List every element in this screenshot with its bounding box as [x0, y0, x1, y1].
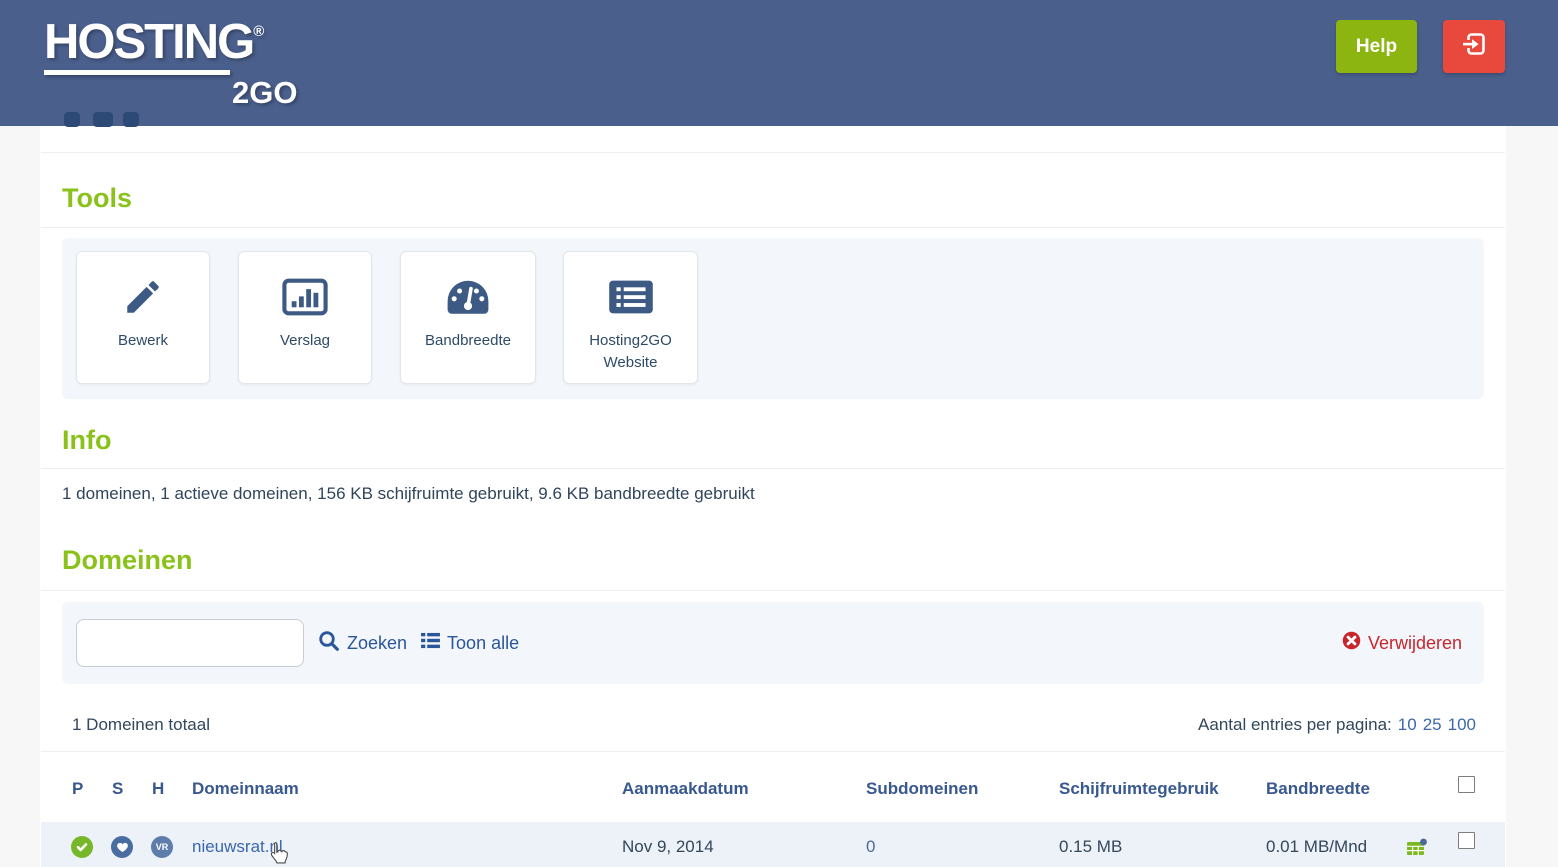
- pencil-icon: [122, 273, 164, 321]
- logo-text-secondary: 2GO: [232, 75, 298, 110]
- cell-disk-usage: 0.15 MB: [1059, 837, 1123, 856]
- domains-toolbar: Zoeken Toon alle Verwijderen: [62, 602, 1484, 684]
- status-heart-icon[interactable]: [111, 836, 133, 858]
- per-page-option-25[interactable]: 25: [1423, 715, 1442, 735]
- hosting2go-domains-page: HOSTING® 2GO Help Tools Bewerk Verslag B…: [0, 0, 1558, 867]
- top-navbar: HOSTING® 2GO Help: [0, 0, 1558, 127]
- tool-card-label: Bandbreedte: [425, 332, 511, 349]
- cell-created: Nov 9, 2014: [622, 837, 714, 856]
- tool-card-bandbreedte[interactable]: Bandbreedte: [400, 251, 536, 384]
- column-header-subdomeinen[interactable]: Subdomeinen: [866, 779, 978, 799]
- divider: [41, 227, 1505, 228]
- stats-table-icon[interactable]: [1406, 838, 1428, 861]
- row-select-checkbox[interactable]: [1458, 832, 1475, 849]
- domain-search-input[interactable]: [76, 619, 304, 667]
- logout-button[interactable]: [1443, 20, 1505, 73]
- bar-chart-icon: [282, 273, 328, 321]
- show-all-button-label: Toon alle: [447, 632, 520, 653]
- search-icon: [318, 630, 340, 657]
- column-header-domeinnaam[interactable]: Domeinnaam: [192, 779, 299, 799]
- domains-total-label: 1 Domeinen totaal: [72, 715, 210, 734]
- per-page-option-100[interactable]: 100: [1448, 715, 1476, 735]
- logout-icon: [1460, 30, 1488, 64]
- divider: [41, 751, 1505, 752]
- column-header-schijfruimtegebruik[interactable]: Schijfruimtegebruik: [1059, 779, 1219, 799]
- column-header-p[interactable]: P: [72, 779, 83, 799]
- tool-card-bewerk[interactable]: Bewerk: [76, 251, 210, 384]
- info-summary-text: 1 domeinen, 1 actieve domeinen, 156 KB s…: [62, 484, 755, 503]
- clipped-header-icon: [64, 112, 80, 127]
- registered-trademark-icon: ®: [253, 23, 265, 40]
- divider: [41, 468, 1505, 469]
- tool-card-label: Bewerk: [117, 332, 169, 349]
- clipped-header-icon: [93, 112, 113, 127]
- tool-card-label: Hosting2GO Website: [589, 332, 672, 371]
- domains-section-title: Domeinen: [62, 545, 193, 575]
- entries-per-page-label: Aantal entries per pagina:: [1198, 715, 1392, 734]
- search-button[interactable]: Zoeken: [318, 630, 407, 657]
- hosting2go-logo[interactable]: HOSTING® 2GO: [44, 15, 297, 110]
- active-check-icon[interactable]: [71, 836, 93, 858]
- circle-x-icon: [1342, 631, 1361, 655]
- select-all-checkbox[interactable]: [1458, 776, 1475, 793]
- entries-per-page: Aantal entries per pagina: 10 25 100: [1198, 715, 1476, 735]
- column-header-s[interactable]: S: [112, 779, 123, 799]
- mouse-cursor-icon: [267, 841, 289, 867]
- logo-underline: [44, 70, 230, 75]
- tool-card-label: Verslag: [279, 332, 331, 349]
- tool-card-website[interactable]: Hosting2GO Website: [563, 251, 698, 384]
- column-header-bandbreedte[interactable]: Bandbreedte: [1266, 779, 1370, 799]
- tool-card-verslag[interactable]: Verslag: [238, 251, 372, 384]
- delete-button-label: Verwijderen: [1367, 632, 1462, 653]
- cell-bandwidth: 0.01 MB/Mnd: [1266, 837, 1368, 856]
- per-page-option-10[interactable]: 10: [1398, 715, 1417, 735]
- divider: [41, 152, 1505, 153]
- column-header-aanmaakdatum[interactable]: Aanmaakdatum: [622, 779, 749, 799]
- show-all-button[interactable]: Toon alle: [421, 632, 519, 654]
- divider: [41, 590, 1505, 591]
- delete-button[interactable]: Verwijderen: [1342, 631, 1462, 655]
- info-section-title: Info: [62, 425, 112, 455]
- gauge-icon: [444, 273, 492, 321]
- help-button[interactable]: Help: [1336, 20, 1417, 73]
- list-icon: [421, 632, 440, 654]
- cell-subdomains[interactable]: 0: [866, 837, 875, 857]
- browser-list-icon: [608, 273, 654, 321]
- column-header-h[interactable]: H: [152, 779, 164, 799]
- tools-section-title: Tools: [62, 183, 132, 213]
- search-button-label: Zoeken: [347, 632, 408, 653]
- clipped-header-icon: [123, 112, 139, 127]
- tools-panel: Bewerk Verslag Bandbreedte Hosting2GO We…: [62, 238, 1484, 399]
- logo-text-primary: HOSTING: [44, 15, 255, 69]
- vr-badge-icon[interactable]: VR: [151, 836, 173, 858]
